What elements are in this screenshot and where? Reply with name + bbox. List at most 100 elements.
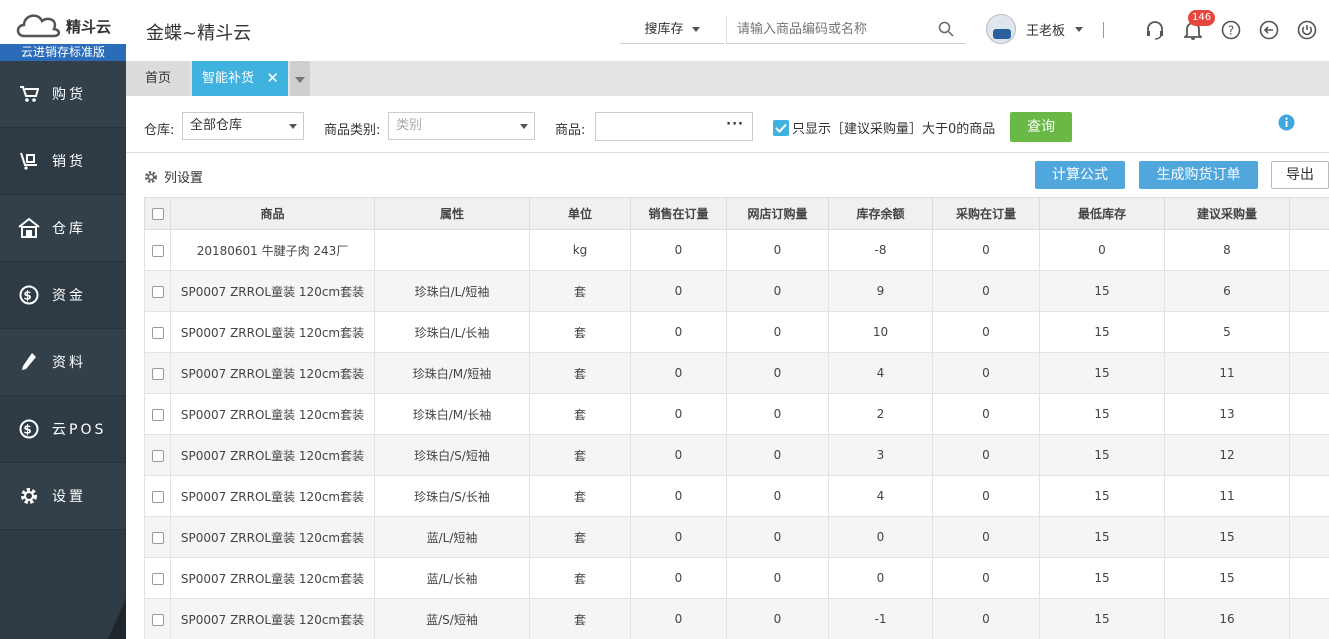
column-header[interactable]: 采购在订量: [932, 197, 1040, 230]
table-row[interactable]: SP0007 ZRROL童装 120cm套装 蓝/L/长袖套 0 0 0 0 15 15: [144, 557, 1329, 599]
back-icon[interactable]: [1258, 19, 1280, 41]
row-checkbox[interactable]: [151, 367, 164, 380]
avatar[interactable]: [986, 14, 1016, 44]
suggested-qty-cell: 16: [1164, 598, 1290, 639]
export-button[interactable]: 导出: [1271, 161, 1329, 189]
headset-icon[interactable]: [1144, 19, 1166, 41]
sidebar-item-funds[interactable]: $ 资金: [0, 262, 126, 329]
row-checkbox[interactable]: [151, 490, 164, 503]
row-select-cell[interactable]: [144, 229, 171, 271]
sidebar-item-settings[interactable]: 设置: [0, 463, 126, 530]
generate-order-button[interactable]: 生成购货订单: [1139, 161, 1258, 189]
empty-cell: [1289, 352, 1329, 394]
user-menu[interactable]: 王老板: [986, 14, 1084, 44]
min-stock-cell: 0: [1039, 229, 1165, 271]
query-button[interactable]: 查询: [1010, 112, 1072, 142]
row-checkbox[interactable]: [151, 572, 164, 585]
tab-home[interactable]: 首页: [126, 61, 190, 96]
row-select-cell[interactable]: [144, 270, 171, 312]
row-checkbox[interactable]: [151, 408, 164, 421]
sales-on-order-cell: 0: [630, 352, 727, 394]
attribute-cell: 蓝/S/短袖: [374, 598, 530, 639]
table-row[interactable]: SP0007 ZRROL童装 120cm套装 蓝/S/短袖套 0 0 -1 0 15 16: [144, 598, 1329, 639]
table-row[interactable]: SP0007 ZRROL童装 120cm套装 珍珠白/L/短袖套 0 0 9 0 15 6: [144, 270, 1329, 312]
stock-balance-cell: 3: [828, 434, 933, 476]
tab-bar: 首页 智能补货 ✕: [126, 61, 1329, 96]
product-cell: SP0007 ZRROL童装 120cm套装: [170, 352, 375, 394]
warehouse-select[interactable]: 全部仓库: [182, 112, 304, 140]
dollar-icon: $: [18, 284, 40, 306]
table-row[interactable]: SP0007 ZRROL童装 120cm套装 珍珠白/S/长袖套 0 0 4 0 15 11: [144, 475, 1329, 517]
table-row[interactable]: 20180601 牛腱子肉 243厂 kg 0 0 -8 0 0 8: [144, 229, 1329, 271]
search-input[interactable]: [727, 16, 927, 42]
column-header[interactable]: 销售在订量: [630, 197, 727, 230]
sidebar-item-pos[interactable]: $ 云POS: [0, 396, 126, 463]
row-select-cell[interactable]: [144, 311, 171, 353]
more-dots-icon[interactable]: ···: [726, 117, 744, 132]
column-header[interactable]: 属性: [374, 197, 530, 230]
column-header[interactable]: 商品: [170, 197, 375, 230]
product-input[interactable]: ···: [595, 112, 753, 141]
table-row[interactable]: SP0007 ZRROL童装 120cm套装 珍珠白/M/长袖套 0 0 2 0 15 13: [144, 393, 1329, 435]
sidebar-item-data[interactable]: 资料: [0, 329, 126, 396]
sidebar-item-sales[interactable]: 销货: [0, 128, 126, 195]
column-header-empty: [1289, 197, 1329, 230]
column-header[interactable]: 最低库存: [1039, 197, 1165, 230]
formula-button[interactable]: 计算公式: [1035, 161, 1125, 189]
info-icon[interactable]: [1278, 114, 1295, 131]
row-select-cell[interactable]: [144, 598, 171, 639]
help-icon[interactable]: ?: [1220, 19, 1242, 41]
column-header[interactable]: 网店订购量: [726, 197, 829, 230]
row-select-cell[interactable]: [144, 516, 171, 558]
purchase-on-order-cell: 0: [932, 475, 1040, 517]
purchase-on-order-cell: 0: [932, 311, 1040, 353]
tab-more-dropdown[interactable]: [290, 61, 310, 96]
gear-icon: [18, 485, 40, 507]
purchase-on-order-cell: 0: [932, 352, 1040, 394]
edition-label: 云进销存标准版: [0, 44, 126, 61]
product-cell: SP0007 ZRROL童装 120cm套装: [170, 311, 375, 353]
suggested-qty-cell: 15: [1164, 557, 1290, 599]
column-header[interactable]: 建议采购量: [1164, 197, 1290, 230]
row-checkbox[interactable]: [151, 531, 164, 544]
table-row[interactable]: SP0007 ZRROL童装 120cm套装 珍珠白/M/短袖套 0 0 4 0 15 11: [144, 352, 1329, 394]
row-select-cell[interactable]: [144, 557, 171, 599]
select-all-cell[interactable]: [144, 197, 171, 230]
row-checkbox[interactable]: [151, 326, 164, 339]
sidebar-item-label: 仓库: [52, 221, 86, 237]
row-checkbox[interactable]: [151, 613, 164, 626]
sidebar-item-purchase[interactable]: 购货: [0, 61, 126, 128]
row-select-cell[interactable]: [144, 475, 171, 517]
select-all-checkbox[interactable]: [151, 208, 164, 220]
min-stock-cell: 15: [1039, 475, 1165, 517]
only-show-positive-checkbox[interactable]: 只显示［建议采购量］大于0的商品: [773, 118, 995, 137]
search-type-dropdown[interactable]: 搜库存: [620, 16, 724, 44]
close-icon[interactable]: ✕: [266, 61, 279, 96]
row-select-cell[interactable]: [144, 393, 171, 435]
product-cell: SP0007 ZRROL童装 120cm套装: [170, 270, 375, 312]
sales-on-order-cell: 0: [630, 475, 727, 517]
row-checkbox[interactable]: [151, 285, 164, 298]
power-icon[interactable]: [1296, 19, 1318, 41]
row-checkbox[interactable]: [151, 449, 164, 462]
online-order-cell: 0: [726, 229, 829, 271]
column-header[interactable]: 单位: [529, 197, 631, 230]
logo[interactable]: 精斗云 云进销存标准版: [0, 0, 126, 61]
sales-on-order-cell: 0: [630, 229, 727, 271]
row-select-cell[interactable]: [144, 434, 171, 476]
row-checkbox[interactable]: [151, 244, 164, 257]
checkbox-checked-icon[interactable]: [773, 119, 789, 136]
table-row[interactable]: SP0007 ZRROL童装 120cm套装 蓝/L/短袖套 0 0 0 0 15 15: [144, 516, 1329, 558]
table-row[interactable]: SP0007 ZRROL童装 120cm套装 珍珠白/L/长袖套 0 0 10 0 15 5: [144, 311, 1329, 353]
column-settings[interactable]: 列设置: [144, 167, 203, 186]
search-icon[interactable]: [938, 21, 954, 37]
table-row[interactable]: SP0007 ZRROL童装 120cm套装 珍珠白/S/短袖套 0 0 3 0 15 12: [144, 434, 1329, 476]
unit-cell: 套: [529, 393, 631, 435]
category-select[interactable]: 类别: [388, 112, 535, 140]
column-header[interactable]: 库存余额: [828, 197, 933, 230]
replenish-table: 商品 属性 单位 销售在订量 网店订购量 库存余额 采购在订量 最低库存 建议采…: [144, 197, 1329, 639]
empty-cell: [1289, 270, 1329, 312]
sidebar-item-warehouse[interactable]: 仓库: [0, 195, 126, 262]
tab-smart-replenish[interactable]: 智能补货 ✕: [192, 61, 288, 96]
row-select-cell[interactable]: [144, 352, 171, 394]
